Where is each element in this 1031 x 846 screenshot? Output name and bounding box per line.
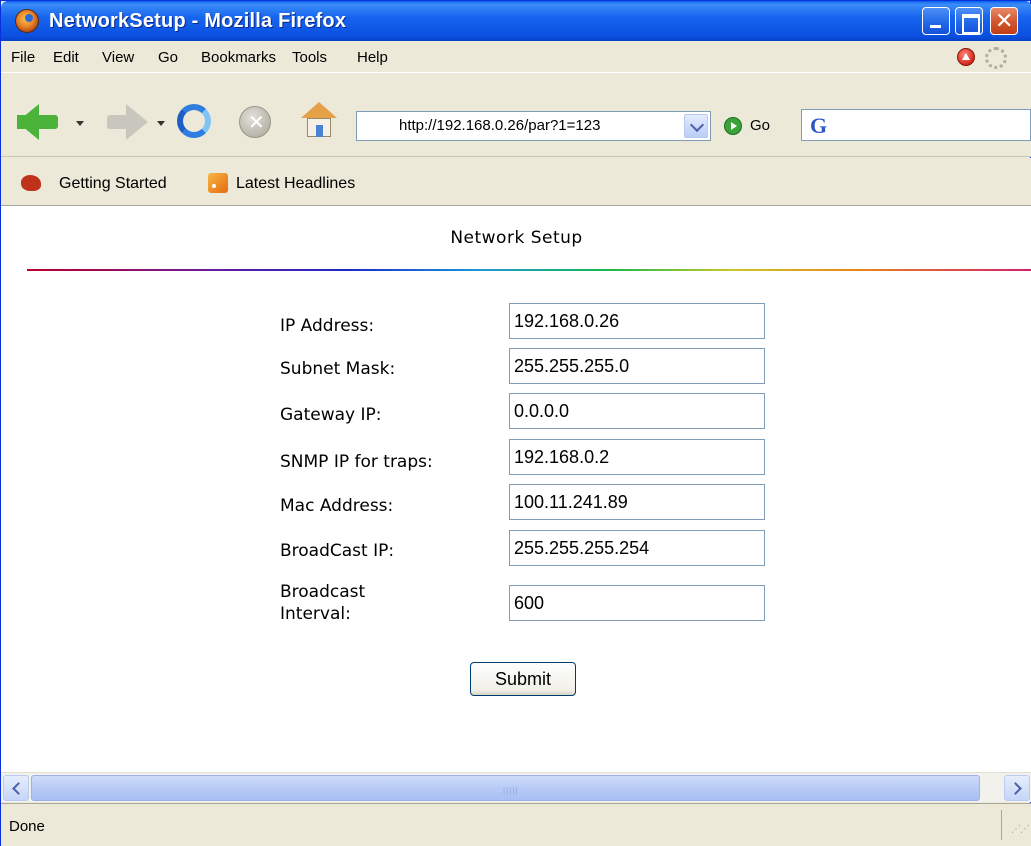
scroll-right-button[interactable]: [1004, 775, 1030, 801]
menu-go[interactable]: Go: [158, 49, 178, 66]
menu-view[interactable]: View: [102, 49, 134, 66]
menu-bookmarks[interactable]: Bookmarks: [201, 49, 276, 66]
maximize-button[interactable]: [955, 7, 983, 35]
scroll-thumb[interactable]: |||||: [31, 775, 980, 801]
stop-icon[interactable]: ✕: [239, 106, 271, 138]
back-arrow-icon[interactable]: [17, 104, 39, 140]
home-icon[interactable]: [301, 102, 337, 138]
rainbow-divider: [27, 269, 1031, 271]
status-bar: Done ⋰⋰: [1, 803, 1031, 846]
go-button-label[interactable]: Go: [750, 117, 770, 134]
bookmark-getting-started[interactable]: Getting Started: [59, 175, 167, 193]
ip-address-field[interactable]: [509, 303, 765, 339]
browser-window: NetworkSetup - Mozilla Firefox ✕ File Ed…: [0, 0, 1031, 846]
url-dropdown-button[interactable]: [684, 114, 708, 138]
page-title: Network Setup: [450, 228, 583, 248]
window-title: NetworkSetup - Mozilla Firefox: [49, 10, 347, 32]
resize-grip-icon[interactable]: ⋰⋰: [1011, 824, 1030, 835]
snmp-ip-field[interactable]: [509, 439, 765, 475]
forward-arrow-icon[interactable]: [126, 104, 148, 140]
forward-button[interactable]: [107, 115, 127, 129]
search-input[interactable]: G: [801, 109, 1031, 141]
back-button[interactable]: [38, 115, 58, 129]
firefox-bookmark-icon: [21, 175, 41, 191]
menu-help[interactable]: Help: [357, 49, 388, 66]
menu-bar: File Edit View Go Bookmarks Tools Help: [1, 41, 1031, 73]
forward-history-dropdown[interactable]: [157, 121, 165, 126]
address-bar[interactable]: http://192.168.0.26/par?1=123: [356, 111, 711, 141]
menu-edit[interactable]: Edit: [53, 49, 79, 66]
update-alert-icon[interactable]: [957, 48, 975, 66]
menu-file[interactable]: File: [11, 49, 35, 66]
broadcast-interval-label: Broadcast Interval:: [280, 582, 366, 624]
mac-address-field[interactable]: [509, 484, 765, 520]
subnet-mask-field[interactable]: [509, 348, 765, 384]
broadcast-ip-field[interactable]: [509, 530, 765, 566]
throbber-icon: [985, 47, 1007, 69]
close-button[interactable]: ✕: [990, 7, 1018, 35]
bookmark-latest-headlines[interactable]: Latest Headlines: [236, 175, 355, 193]
minimize-button[interactable]: [922, 7, 950, 35]
broadcast-interval-field[interactable]: [509, 585, 765, 621]
firefox-icon: [15, 9, 39, 33]
broadcast-ip-label: BroadCast IP:: [280, 541, 395, 561]
back-history-dropdown[interactable]: [76, 121, 84, 126]
status-text: Done: [9, 818, 45, 835]
menu-tools[interactable]: Tools: [292, 49, 327, 66]
subnet-mask-label: Subnet Mask:: [280, 359, 396, 379]
mac-address-label: Mac Address:: [280, 496, 394, 516]
gateway-ip-field[interactable]: [509, 393, 765, 429]
submit-button[interactable]: Submit: [470, 662, 576, 696]
rss-icon: [208, 173, 228, 193]
scroll-left-button[interactable]: [3, 775, 29, 801]
reload-icon[interactable]: [177, 104, 211, 138]
snmp-ip-label: SNMP IP for traps:: [280, 452, 433, 472]
close-icon: ✕: [995, 8, 1014, 33]
google-icon[interactable]: G: [810, 113, 827, 139]
title-bar[interactable]: NetworkSetup - Mozilla Firefox ✕: [1, 1, 1031, 41]
gateway-ip-label: Gateway IP:: [280, 405, 382, 425]
url-text[interactable]: http://192.168.0.26/par?1=123: [399, 117, 600, 134]
ip-address-label: IP Address:: [280, 316, 375, 336]
go-icon[interactable]: [724, 117, 742, 135]
